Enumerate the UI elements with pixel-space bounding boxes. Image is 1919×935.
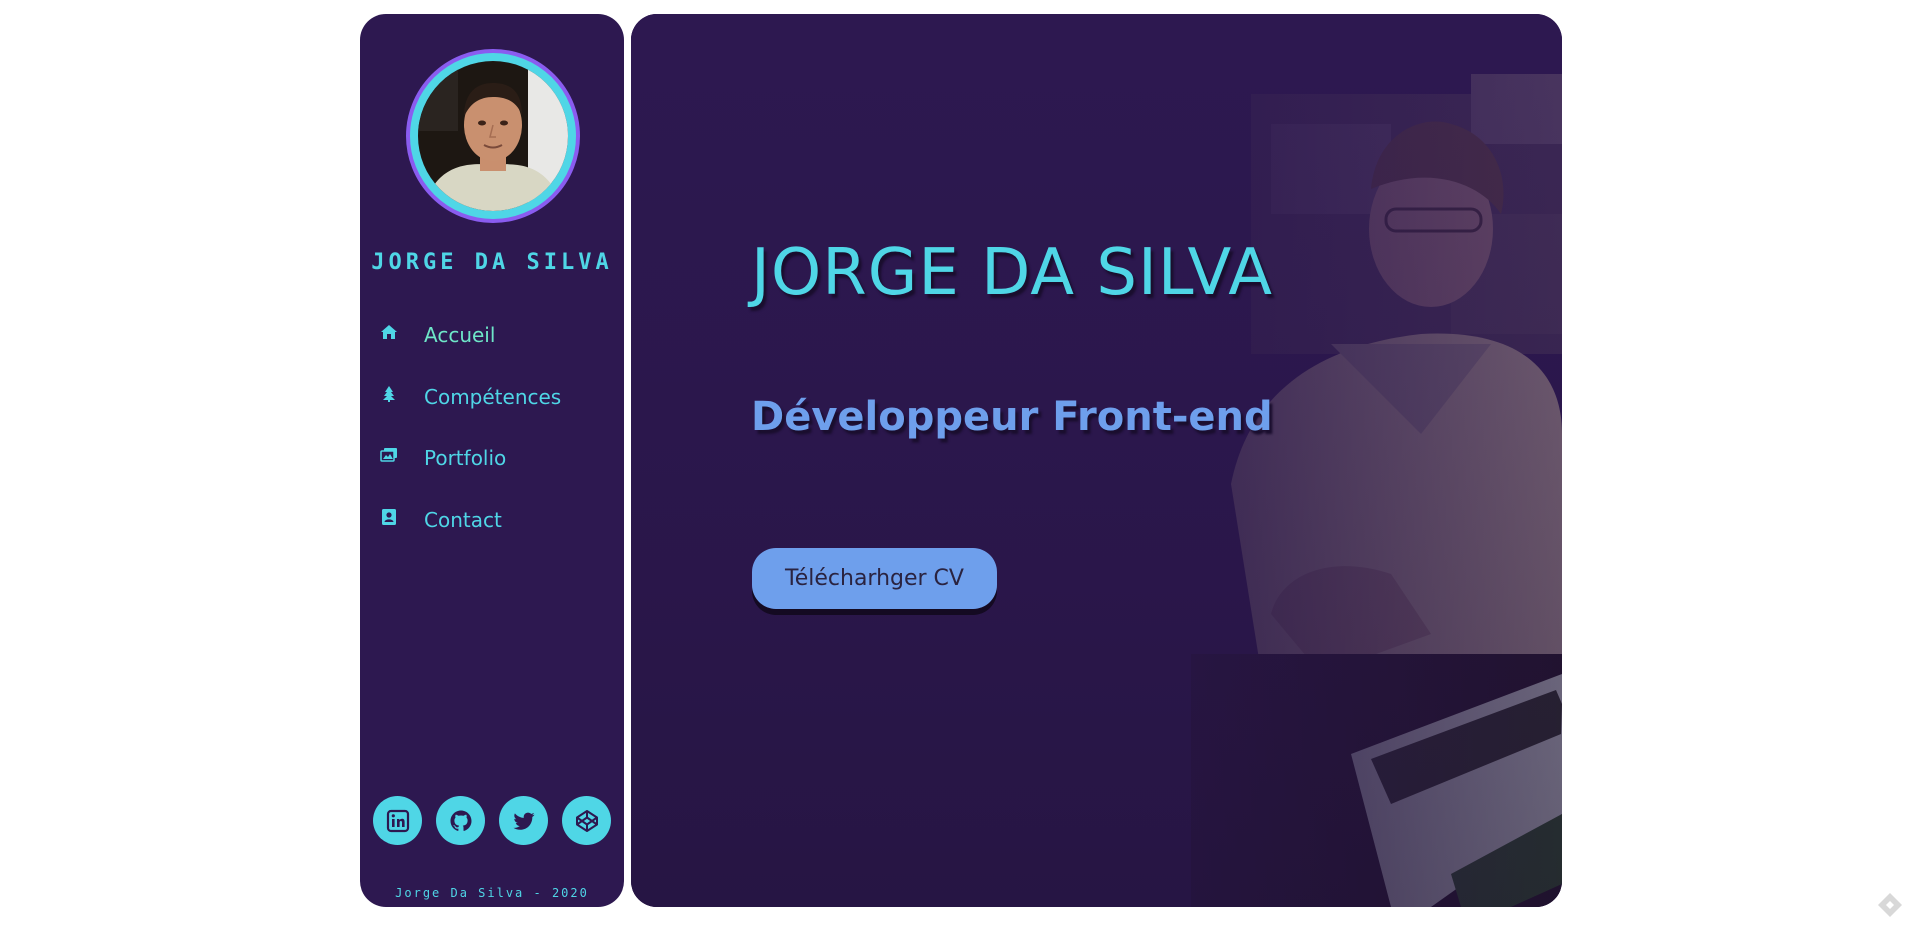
hero-title: JORGE DA SILVA	[751, 236, 1273, 310]
sidebar: JORGE DA SILVA Accueil Compétences Portf…	[360, 14, 624, 907]
footer-credit: Jorge Da Silva - 2020	[395, 886, 589, 900]
hero-background-image	[631, 14, 1562, 907]
nav-label-accueil: Accueil	[424, 323, 496, 347]
hero-subtitle: Développeur Front-end	[751, 394, 1273, 440]
home-icon	[381, 325, 397, 339]
hero-panel: JORGE DA SILVA Développeur Front-end Tél…	[631, 14, 1562, 907]
codepen-icon	[575, 809, 598, 832]
contact-card-icon	[382, 508, 396, 525]
nav-item-accueil[interactable]: Accueil	[380, 319, 610, 381]
linkedin-button[interactable]	[373, 796, 422, 845]
nav-item-contact[interactable]: Contact	[380, 504, 610, 566]
social-links	[373, 796, 619, 846]
tree-icon	[383, 385, 395, 402]
avatar-photo	[418, 61, 568, 211]
github-icon	[450, 810, 471, 831]
github-button[interactable]	[436, 796, 485, 845]
nav-label-contact: Contact	[424, 507, 502, 532]
twitter-button[interactable]	[499, 796, 548, 845]
diamond-badge-icon[interactable]	[1876, 891, 1904, 919]
nav-item-competences[interactable]: Compétences	[380, 381, 610, 443]
avatar	[406, 49, 580, 223]
linkedin-icon	[386, 809, 409, 832]
sidebar-nav: Accueil Compétences Portfolio Contact	[380, 319, 610, 565]
page: JORGE DA SILVA Accueil Compétences Portf…	[0, 0, 1919, 935]
codepen-button[interactable]	[562, 796, 611, 845]
images-icon	[380, 448, 397, 462]
twitter-icon	[512, 812, 534, 830]
sidebar-name: JORGE DA SILVA	[371, 250, 613, 275]
nav-item-portfolio[interactable]: Portfolio	[380, 442, 610, 504]
download-cv-button[interactable]: Télécharhger CV	[752, 548, 997, 609]
nav-label-competences: Compétences	[424, 384, 562, 409]
nav-label-portfolio: Portfolio	[424, 446, 507, 470]
